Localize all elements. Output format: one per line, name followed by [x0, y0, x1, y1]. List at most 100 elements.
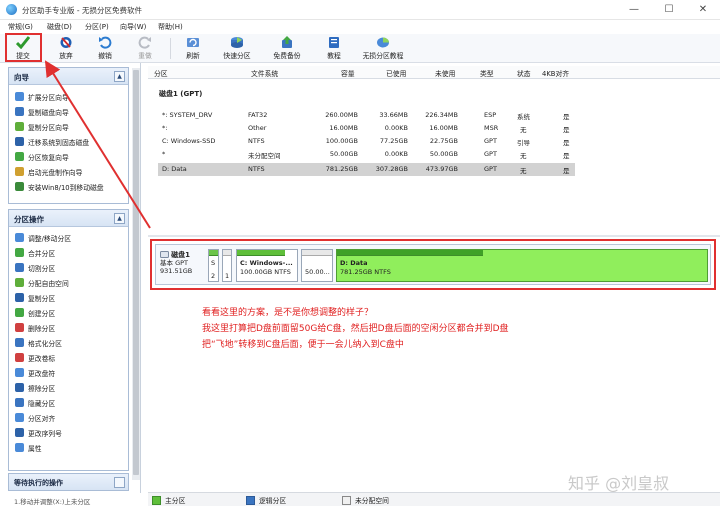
cell-free: 16.00MB [429, 124, 458, 132]
cell-free: 226.34MB [425, 111, 458, 119]
pending-ops-toggle[interactable] [114, 477, 125, 488]
legend-primary-label: 主分区 [165, 497, 186, 505]
quick-partition-button[interactable]: 快速分区 [220, 35, 254, 62]
cell-cap: 781.25GB [325, 165, 358, 173]
lossless-tutorial-button[interactable]: 无损分区教程 [358, 35, 408, 62]
recovery-icon [15, 152, 24, 161]
disk-map: 磁盘1 基本 GPT 931.51GB S 2 1 C: Windows-...… [155, 244, 711, 285]
free-backup-label: 免费备份 [273, 52, 301, 60]
cell-used: 77.25GB [379, 137, 408, 145]
app-logo-icon [6, 4, 17, 15]
col-status[interactable]: 状态 [517, 68, 531, 78]
menu-disk[interactable]: 磁盘(D) [47, 22, 72, 32]
copy-disk-icon [15, 107, 24, 116]
menu-partition[interactable]: 分区(P) [85, 22, 109, 32]
partition-c-label: C: Windows-... [240, 259, 293, 267]
disk-group-label[interactable]: 磁盘1 (GPT) [159, 89, 202, 99]
title-bar: 分区助手专业版 - 无损分区免费软件 — ☐ ✕ [0, 0, 720, 20]
window-title: 分区助手专业版 - 无损分区免费软件 [22, 6, 142, 15]
free-backup-button[interactable]: 免费备份 [270, 35, 304, 62]
close-button[interactable]: ✕ [686, 2, 720, 18]
refresh-button[interactable]: 刷新 [179, 35, 207, 62]
scrollbar-thumb[interactable] [133, 70, 139, 475]
col-partition[interactable]: 分区 [154, 68, 168, 78]
partition-system[interactable]: S 2 [208, 249, 219, 282]
cell-align: 是 [563, 152, 570, 160]
legend-logical: 逻辑分区 [246, 495, 286, 505]
table-row-selected[interactable]: D: Data NTFS 781.25GB 307.28GB 473.97GB … [158, 163, 575, 176]
sidebar-scrollbar[interactable] [132, 68, 140, 480]
tutorial-button[interactable]: 教程 [322, 35, 346, 62]
drive-letter-icon [15, 368, 24, 377]
hide-icon [15, 398, 24, 407]
quick-partition-label: 快速分区 [223, 52, 251, 60]
disk-icon [160, 251, 169, 258]
col-capacity[interactable]: 容量 [341, 68, 355, 78]
primary-swatch [152, 496, 161, 505]
migrate-icon [15, 137, 24, 146]
split-icon [15, 263, 24, 272]
cell-fs: 未分配空间 [248, 152, 281, 160]
cell-cap: 50.00GB [329, 150, 358, 158]
menu-wizard[interactable]: 向导(W) [120, 22, 146, 32]
logical-swatch [246, 496, 255, 505]
redo-icon [138, 36, 151, 49]
disc-icon [15, 167, 24, 176]
redo-label: 重做 [138, 52, 152, 60]
col-used[interactable]: 已使用 [386, 68, 406, 78]
maximize-button[interactable]: ☐ [652, 2, 686, 18]
cell-name: *: [162, 124, 168, 132]
table-row[interactable]: C: Windows-SSD NTFS 100.00GB 77.25GB 22.… [158, 135, 575, 148]
discard-icon [60, 37, 72, 48]
copy-icon [15, 293, 24, 302]
disk-type: 基本 GPT [160, 259, 188, 267]
cell-fs: NTFS [248, 165, 265, 173]
extend-icon [15, 92, 24, 101]
table-row[interactable]: *: SYSTEM_DRV FAT32 260.00MB 33.66MB 226… [158, 109, 575, 122]
collapse-wizard-button[interactable]: ▲ [114, 71, 125, 82]
undo-icon [99, 36, 112, 49]
partition-d[interactable]: D: Data 781.25GB NTFS [336, 249, 708, 282]
disk-info[interactable]: 磁盘1 基本 GPT 931.51GB [160, 251, 208, 275]
cell-type: GPT [484, 165, 497, 173]
label-icon [15, 353, 24, 362]
partition-tutorial-icon [377, 37, 389, 48]
collapse-ops-button[interactable]: ▲ [114, 213, 125, 224]
ops-panel-header: 分区操作 ▲ [9, 210, 128, 227]
minimize-button[interactable]: — [617, 2, 651, 18]
menu-bar: 常规(G) 磁盘(D) 分区(P) 向导(W) 帮助(H) [0, 20, 720, 34]
quick-partition-icon [231, 37, 243, 48]
pane-splitter[interactable] [148, 235, 720, 237]
undo-button[interactable]: 撤销 [91, 35, 119, 62]
redo-button[interactable]: 重做 [131, 35, 159, 62]
backup-icon [282, 36, 292, 48]
col-filesystem[interactable]: 文件系统 [251, 68, 278, 78]
cell-used: 0.00KB [384, 150, 408, 158]
cell-free: 22.75GB [429, 137, 458, 145]
partition-ops-panel: 分区操作 ▲ 调整/移动分区 合并分区 切割分区 分配自由空间 复制分区 创建分… [8, 209, 129, 471]
cell-fs: NTFS [248, 137, 265, 145]
wizard-panel-title: 向导 [14, 73, 29, 82]
partition-unallocated[interactable]: 50.00... [301, 249, 333, 282]
delete-icon [15, 323, 24, 332]
discard-button[interactable]: 放弃 [52, 35, 80, 62]
partition-msr[interactable]: 1 [222, 249, 232, 282]
partition-c[interactable]: C: Windows-... 100.00GB NTFS [236, 249, 298, 282]
menu-help[interactable]: 帮助(H) [158, 22, 183, 32]
pending-ops-title: 等待执行的操作 [14, 479, 63, 487]
cell-align: 是 [563, 167, 570, 175]
cell-free: 473.97GB [425, 165, 458, 173]
disk-name: 磁盘1 [171, 251, 190, 259]
table-row[interactable]: *: Other 16.00MB 0.00KB 16.00MB MSR 无 是 [158, 122, 575, 135]
col-free[interactable]: 未使用 [435, 68, 455, 78]
table-row[interactable]: * 未分配空间 50.00GB 0.00KB 50.00GB GPT 无 是 [158, 148, 575, 161]
serial-icon [15, 428, 24, 437]
wizard-panel-header: 向导 ▲ [9, 68, 128, 85]
main-area: 分区 文件系统 容量 已使用 未使用 类型 状态 4KB对齐 磁盘1 (GPT)… [148, 63, 720, 493]
toolbar-separator [170, 38, 171, 59]
col-type[interactable]: 类型 [480, 68, 494, 78]
menu-general[interactable]: 常规(G) [8, 22, 33, 32]
annotation-text: 看看这里的方案，是不是你想调整的样子？ 我这里打算把D盘前面留50G给C盘，然后… [202, 305, 622, 353]
col-4k-align[interactable]: 4KB对齐 [542, 68, 569, 78]
partition-c-size: 100.00GB NTFS [240, 268, 291, 276]
